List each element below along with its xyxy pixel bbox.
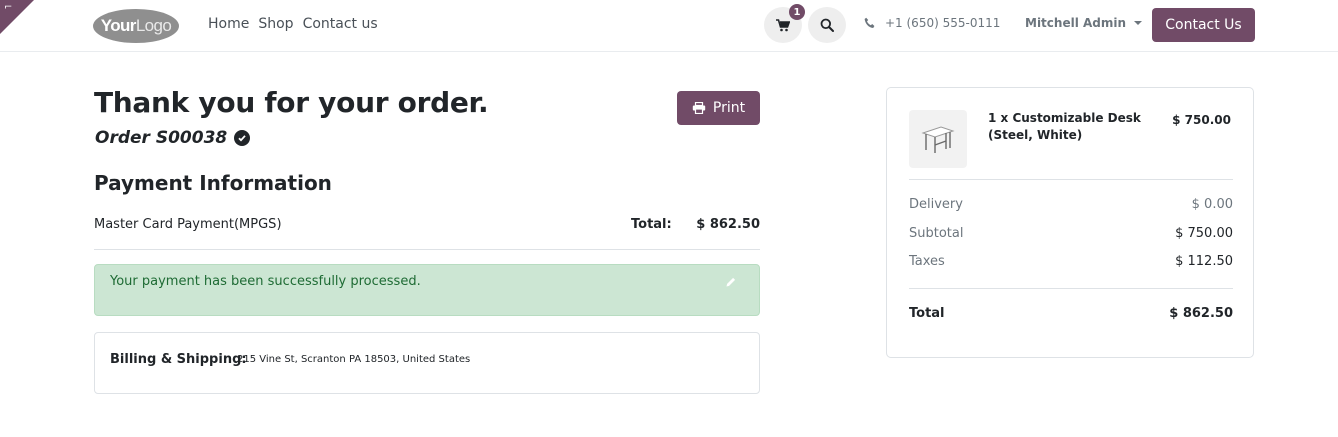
payment-row: Master Card Payment(MPGS) Total: $ 862.5…: [94, 214, 760, 250]
order-summary-card: 1 x Customizable Desk (Steel, White) $ 7…: [886, 87, 1254, 358]
order-number: Order S00038: [95, 128, 228, 148]
cart-icon: [776, 18, 790, 31]
chevron-down-icon: [1134, 21, 1143, 25]
subtotal-label: Subtotal: [909, 226, 964, 241]
logo[interactable]: Your Logo: [93, 9, 179, 43]
nav-link-home[interactable]: Home: [208, 15, 249, 33]
total-row: Total $ 862.50: [909, 306, 1233, 321]
main-menu: Home Shop Contact us: [208, 15, 387, 33]
billing-address: 215 Vine St, Scranton PA 18503, United S…: [237, 354, 471, 365]
phone-link[interactable]: +1 (650) 555-0111: [864, 16, 1000, 30]
payment-method: Master Card Payment(MPGS): [94, 217, 282, 232]
delivery-label: Delivery: [909, 197, 963, 212]
taxes-value: $ 112.50: [1175, 254, 1233, 269]
print-button[interactable]: Print: [677, 91, 760, 125]
check-circle-icon: [234, 130, 251, 146]
total-value: $ 862.50: [1169, 306, 1233, 321]
total-label: Total: [909, 306, 945, 321]
order-reference: Order S00038: [95, 128, 251, 148]
nav-link-contact[interactable]: Contact us: [303, 15, 378, 33]
top-navbar: ⌐ Your Logo Home Shop Contact us 1 +1 (65…: [0, 0, 1338, 52]
billing-shipping-card: Billing & Shipping: 215 Vine St, Scranto…: [94, 332, 760, 394]
desk-icon: [921, 126, 955, 153]
taxes-label: Taxes: [909, 254, 945, 269]
product-name[interactable]: 1 x Customizable Desk (Steel, White): [988, 110, 1158, 144]
billing-label: Billing & Shipping:: [110, 352, 247, 367]
payment-section-title: Payment Information: [94, 171, 332, 195]
taxes-row: Taxes $ 112.50: [909, 254, 1233, 269]
divider: [909, 179, 1233, 180]
search-button[interactable]: [808, 7, 846, 43]
divider: [909, 288, 1233, 289]
printer-icon: [692, 102, 706, 114]
phone-icon: [864, 17, 875, 28]
delivery-row: Delivery $ 0.00: [909, 197, 1233, 212]
payment-success-alert: Your payment has been successfully proce…: [94, 264, 760, 316]
nav-link-shop[interactable]: Shop: [258, 15, 293, 33]
edit-corner-icon[interactable]: ⌐: [4, 3, 12, 13]
page-title: Thank you for your order.: [94, 86, 489, 119]
logo-text-bold: Your: [100, 16, 137, 35]
product-price: $ 750.00: [1172, 113, 1231, 127]
pencil-icon[interactable]: [725, 276, 737, 288]
print-label: Print: [712, 100, 746, 116]
product-thumbnail[interactable]: [909, 110, 967, 168]
delivery-value: $ 0.00: [1191, 197, 1233, 212]
user-name: Mitchell Admin: [1025, 16, 1127, 30]
payment-total-label: Total:: [631, 217, 672, 232]
contact-us-button[interactable]: Contact Us: [1152, 8, 1255, 42]
subtotal-row: Subtotal $ 750.00: [909, 226, 1233, 241]
payment-total-value: $ 862.50: [696, 217, 760, 232]
logo-text-light: Logo: [135, 16, 172, 35]
phone-number: +1 (650) 555-0111: [885, 16, 1001, 30]
search-icon: [820, 18, 834, 32]
user-menu[interactable]: Mitchell Admin: [1025, 16, 1143, 30]
subtotal-value: $ 750.00: [1175, 226, 1233, 241]
cart-count-badge: 1: [789, 4, 805, 20]
alert-message: Your payment has been successfully proce…: [110, 274, 421, 289]
